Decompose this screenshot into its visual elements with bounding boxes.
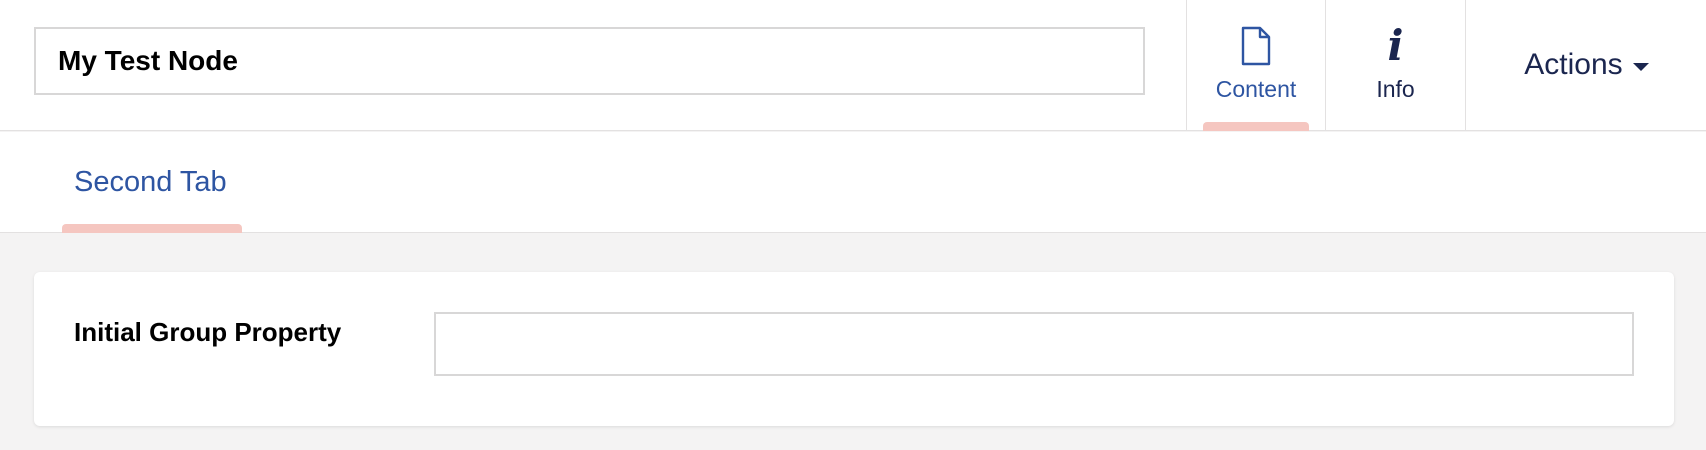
- editor-header: Content i Info Actions: [0, 0, 1706, 131]
- actions-label: Actions: [1524, 48, 1623, 81]
- active-tab-indicator: [62, 224, 242, 233]
- tab-second-tab[interactable]: Second Tab: [62, 132, 242, 233]
- tab-bar: Second Tab: [0, 132, 1706, 233]
- app-content-label: Content: [1215, 76, 1297, 102]
- initial-group-property-input[interactable]: [434, 312, 1634, 376]
- app-content[interactable]: Content: [1186, 0, 1326, 131]
- app-info[interactable]: i Info: [1326, 0, 1466, 130]
- actions-button[interactable]: Actions: [1467, 0, 1706, 130]
- tab-label: Second Tab: [74, 166, 227, 198]
- document-icon: [1241, 26, 1271, 66]
- node-name-input[interactable]: [34, 27, 1145, 95]
- active-app-indicator: [1203, 122, 1309, 131]
- property-group-card: Initial Group Property: [34, 272, 1674, 426]
- info-icon: i: [1387, 21, 1404, 70]
- caret-down-icon: [1632, 62, 1649, 71]
- property-label: Initial Group Property: [74, 317, 342, 347]
- app-info-label: Info: [1376, 76, 1415, 102]
